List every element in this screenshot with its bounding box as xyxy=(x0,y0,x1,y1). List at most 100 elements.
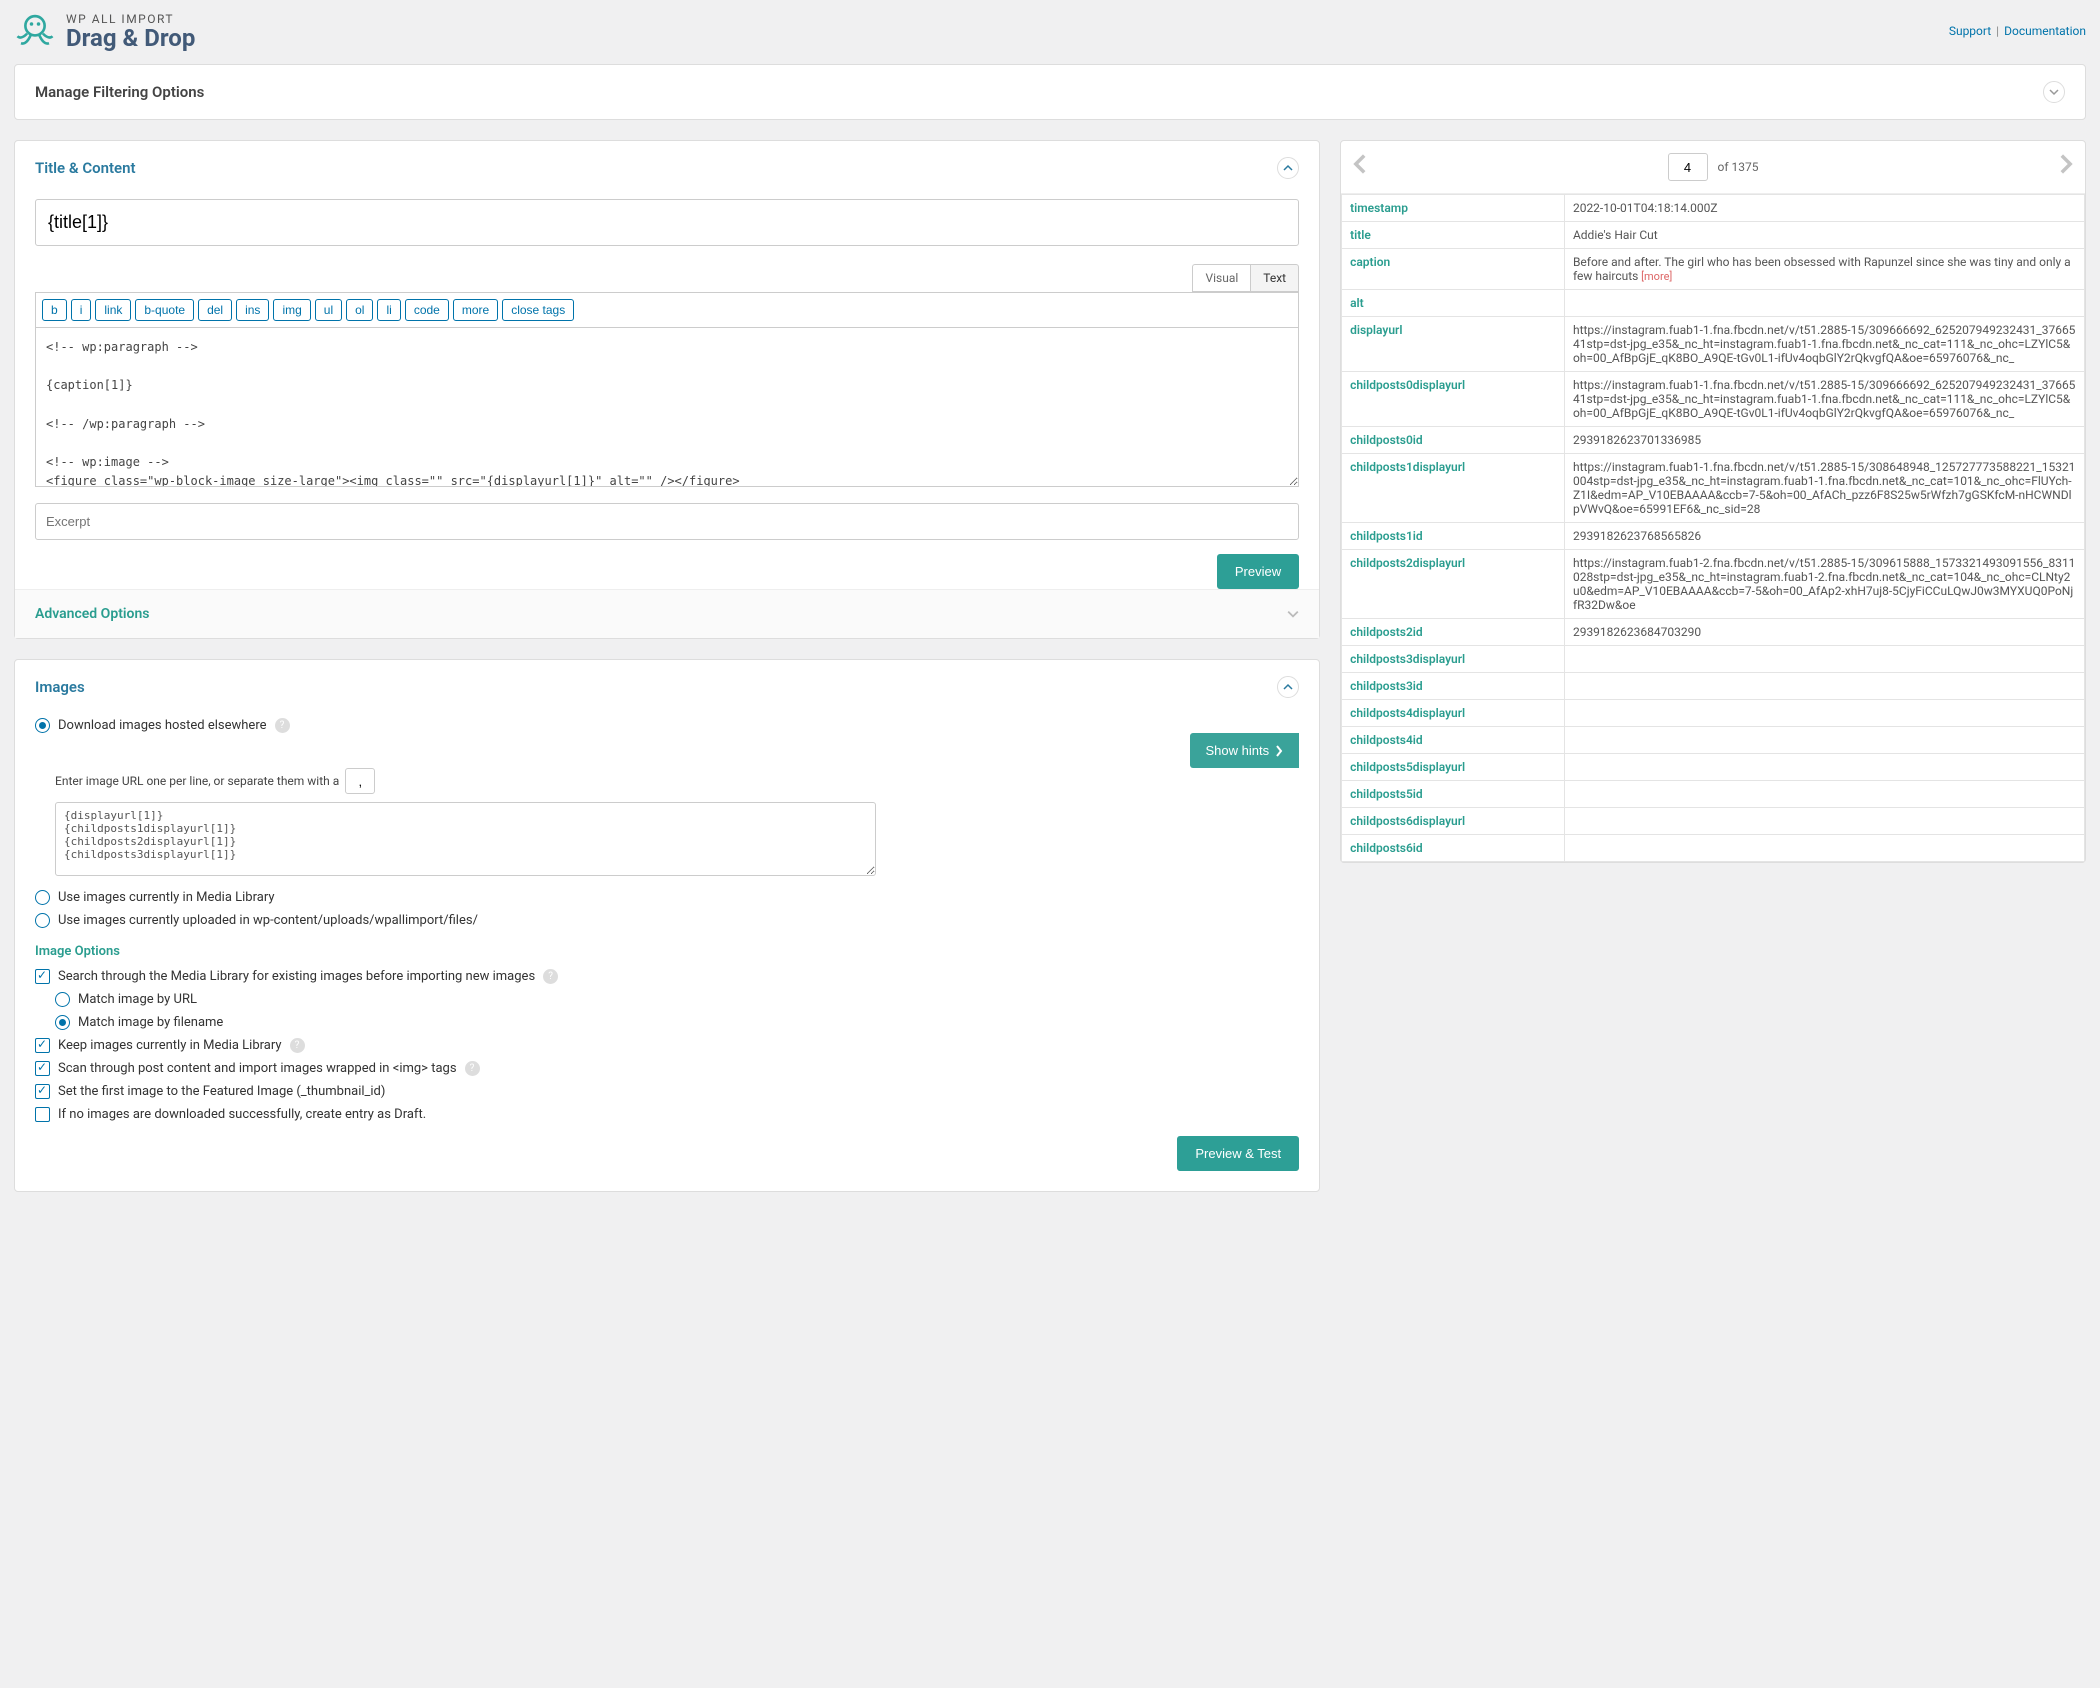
field-value xyxy=(1564,673,2084,700)
record-navigation: of 1375 xyxy=(1341,141,2085,193)
advanced-options-toggle[interactable]: Advanced Options xyxy=(15,589,1319,638)
quicktag-more[interactable]: more xyxy=(453,299,498,321)
images-toggle[interactable] xyxy=(1277,676,1299,698)
table-row[interactable]: childposts4displayurl xyxy=(1342,700,2085,727)
field-value: 2939182623768565826 xyxy=(1564,523,2084,550)
filter-panel[interactable]: Manage Filtering Options xyxy=(14,64,2086,120)
filter-panel-toggle[interactable] xyxy=(2043,81,2065,103)
documentation-link[interactable]: Documentation xyxy=(2004,24,2086,38)
title-content-panel: Title & Content Visual Text bilinkb-quot… xyxy=(14,140,1320,639)
featured-image-checkbox[interactable] xyxy=(35,1084,50,1099)
field-key: childposts1displayurl xyxy=(1342,454,1565,523)
quicktag-li[interactable]: li xyxy=(377,299,400,321)
keep-images-checkbox[interactable] xyxy=(35,1038,50,1053)
excerpt-input[interactable] xyxy=(35,503,1299,540)
quicktag-i[interactable]: i xyxy=(71,299,92,321)
field-key: childposts3id xyxy=(1342,673,1565,700)
next-record-button[interactable] xyxy=(2059,154,2073,180)
table-row[interactable]: childposts2id2939182623684703290 xyxy=(1342,619,2085,646)
field-key: childposts3displayurl xyxy=(1342,646,1565,673)
field-value xyxy=(1564,808,2084,835)
help-icon[interactable]: ? xyxy=(275,718,290,733)
quicktag-ul[interactable]: ul xyxy=(315,299,342,321)
field-value: Before and after. The girl who has been … xyxy=(1564,249,2084,290)
field-value xyxy=(1564,754,2084,781)
quicktag-ol[interactable]: ol xyxy=(346,299,373,321)
field-key: childposts4displayurl xyxy=(1342,700,1565,727)
table-row[interactable]: alt xyxy=(1342,290,2085,317)
match-by-url-radio[interactable] xyxy=(55,992,70,1007)
quicktag-link[interactable]: link xyxy=(95,299,131,321)
draft-on-fail-checkbox[interactable] xyxy=(35,1107,50,1122)
more-link[interactable]: [more] xyxy=(1638,270,1672,283)
record-number-input[interactable] xyxy=(1668,153,1708,181)
show-hints-label: Show hints xyxy=(1206,743,1270,758)
table-row[interactable]: childposts6displayurl xyxy=(1342,808,2085,835)
table-row[interactable]: captionBefore and after. The girl who ha… xyxy=(1342,249,2085,290)
image-options-heading: Image Options xyxy=(35,944,1299,959)
data-fields-table: timestamp2022-10-01T04:18:14.000ZtitleAd… xyxy=(1341,194,2085,862)
scan-content-checkbox[interactable] xyxy=(35,1061,50,1076)
record-of-label: of 1375 xyxy=(1718,160,1759,174)
field-key: title xyxy=(1342,222,1565,249)
field-value xyxy=(1564,835,2084,862)
quicktag-img[interactable]: img xyxy=(273,299,310,321)
download-hosted-label: Download images hosted elsewhere xyxy=(58,718,267,733)
table-row[interactable]: displayurlhttps://instagram.fuab1-1.fna.… xyxy=(1342,317,2085,372)
prev-record-button[interactable] xyxy=(1353,154,1367,180)
table-row[interactable]: childposts2displayurlhttps://instagram.f… xyxy=(1342,550,2085,619)
field-value xyxy=(1564,727,2084,754)
chevron-right-icon xyxy=(1275,745,1283,757)
table-row[interactable]: childposts1id2939182623768565826 xyxy=(1342,523,2085,550)
table-row[interactable]: titleAddie's Hair Cut xyxy=(1342,222,2085,249)
quicktag-b[interactable]: b xyxy=(42,299,67,321)
title-content-heading: Title & Content xyxy=(35,159,136,177)
use-media-library-radio[interactable] xyxy=(35,890,50,905)
use-uploads-label: Use images currently uploaded in wp-cont… xyxy=(58,913,478,928)
field-key: childposts5displayurl xyxy=(1342,754,1565,781)
table-row[interactable]: childposts0displayurlhttps://instagram.f… xyxy=(1342,372,2085,427)
quicktag-b-quote[interactable]: b-quote xyxy=(135,299,194,321)
logo-text: WP ALL IMPORT Drag & Drop xyxy=(66,12,195,50)
quicktag-del[interactable]: del xyxy=(198,299,232,321)
separator-input[interactable] xyxy=(345,768,375,794)
post-title-input[interactable] xyxy=(35,199,1299,246)
table-row[interactable]: childposts4id xyxy=(1342,727,2085,754)
post-content-editor[interactable]: <!-- wp:paragraph --> {caption[1]} <!-- … xyxy=(35,327,1299,487)
show-hints-button[interactable]: Show hints xyxy=(1190,733,1300,768)
field-key: alt xyxy=(1342,290,1565,317)
table-row[interactable]: childposts3displayurl xyxy=(1342,646,2085,673)
chevron-down-icon xyxy=(1287,608,1299,620)
help-icon[interactable]: ? xyxy=(290,1038,305,1053)
use-uploads-radio[interactable] xyxy=(35,913,50,928)
download-hosted-radio[interactable] xyxy=(35,718,50,733)
draft-on-fail-label: If no images are downloaded successfully… xyxy=(58,1107,426,1122)
title-content-toggle[interactable] xyxy=(1277,157,1299,179)
images-panel: Images Download images hosted elsewhere … xyxy=(14,659,1320,1192)
preview-button[interactable]: Preview xyxy=(1217,554,1299,589)
preview-test-button[interactable]: Preview & Test xyxy=(1177,1136,1299,1171)
support-link[interactable]: Support xyxy=(1949,24,1991,38)
table-row[interactable]: childposts5displayurl xyxy=(1342,754,2085,781)
quicktag-code[interactable]: code xyxy=(405,299,449,321)
match-by-filename-radio[interactable] xyxy=(55,1015,70,1030)
table-row[interactable]: childposts5id xyxy=(1342,781,2085,808)
quicktag-close-tags[interactable]: close tags xyxy=(502,299,574,321)
field-key: childposts1id xyxy=(1342,523,1565,550)
tab-visual[interactable]: Visual xyxy=(1192,264,1250,292)
chevron-up-icon xyxy=(1283,682,1293,692)
help-icon[interactable]: ? xyxy=(465,1061,480,1076)
table-row[interactable]: childposts3id xyxy=(1342,673,2085,700)
table-row[interactable]: childposts0id2939182623701336985 xyxy=(1342,427,2085,454)
search-media-checkbox[interactable] xyxy=(35,969,50,984)
images-heading: Images xyxy=(35,678,85,696)
image-urls-textarea[interactable]: {displayurl[1]} {childposts1displayurl[1… xyxy=(55,802,876,876)
table-row[interactable]: childposts1displayurlhttps://instagram.f… xyxy=(1342,454,2085,523)
tab-text[interactable]: Text xyxy=(1250,264,1299,292)
data-fields-scroll[interactable]: timestamp2022-10-01T04:18:14.000ZtitleAd… xyxy=(1341,193,2085,862)
table-row[interactable]: childposts6id xyxy=(1342,835,2085,862)
help-icon[interactable]: ? xyxy=(543,969,558,984)
quicktag-ins[interactable]: ins xyxy=(236,299,269,321)
field-key: childposts6id xyxy=(1342,835,1565,862)
table-row[interactable]: timestamp2022-10-01T04:18:14.000Z xyxy=(1342,195,2085,222)
